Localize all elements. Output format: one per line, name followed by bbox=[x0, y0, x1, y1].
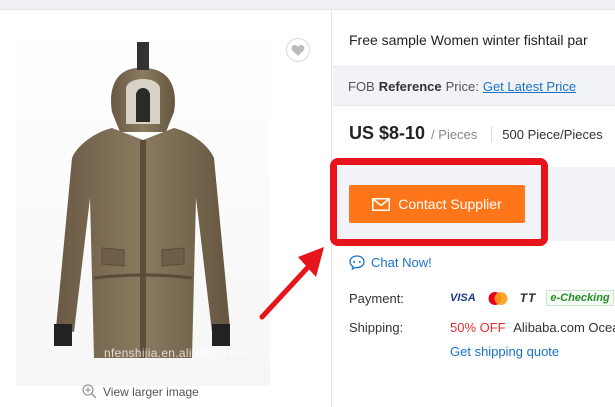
fob-prefix: FOB bbox=[348, 78, 375, 94]
watermark-text: nfenshijia.en.alibaba.com bbox=[104, 346, 247, 360]
view-larger-link[interactable]: View larger image bbox=[82, 384, 199, 399]
echecking-icon: e-Checking bbox=[546, 290, 614, 306]
chat-now-label: Chat Now! bbox=[371, 255, 432, 270]
chat-icon bbox=[349, 255, 365, 270]
shipping-discount: 50% OFF bbox=[450, 320, 506, 335]
tt-icon: TT bbox=[519, 291, 537, 305]
visa-icon: VISA bbox=[450, 292, 476, 304]
get-latest-price-link[interactable]: Get Latest Price bbox=[483, 79, 576, 94]
product-title: Free sample Women winter fishtail par bbox=[349, 32, 588, 48]
heart-icon bbox=[291, 44, 305, 56]
zoom-icon bbox=[82, 384, 97, 399]
fob-suffix: Price: bbox=[445, 78, 479, 94]
shipping-destination: Alibaba.com Ocea bbox=[513, 320, 615, 335]
jacket-illustration bbox=[54, 42, 230, 358]
price-divider bbox=[491, 125, 493, 142]
shipping-label: Shipping: bbox=[349, 320, 404, 335]
price-row: US $8-10 / Pieces 500 Piece/Pieces bbox=[349, 123, 603, 144]
view-larger-label: View larger image bbox=[103, 384, 199, 399]
payment-methods: VISA TT e-Checking bbox=[450, 290, 614, 306]
mastercard-icon bbox=[486, 291, 510, 306]
fob-reference: Reference bbox=[378, 78, 442, 94]
chat-now-link[interactable]: Chat Now! bbox=[349, 255, 432, 270]
product-image[interactable]: nfenshijia.en.alibaba.com bbox=[16, 28, 270, 386]
highlight-box bbox=[330, 158, 548, 246]
fob-price-bar: FOB Reference Price: Get Latest Price bbox=[333, 66, 615, 106]
price-unit: / Pieces bbox=[431, 127, 478, 142]
image-panel: nfenshijia.en.alibaba.com View larger im… bbox=[0, 10, 332, 407]
top-bar bbox=[0, 0, 615, 10]
product-page: nfenshijia.en.alibaba.com View larger im… bbox=[0, 0, 615, 407]
shipping-offer: 50% OFF Alibaba.com Ocea bbox=[450, 320, 615, 335]
annotation-arrow bbox=[259, 247, 324, 320]
price-value: US $8-10 bbox=[349, 123, 426, 143]
payment-label: Payment: bbox=[349, 291, 404, 306]
get-shipping-quote-link[interactable]: Get shipping quote bbox=[450, 344, 559, 359]
favorite-button[interactable] bbox=[286, 38, 310, 62]
product-details: Free sample Women winter fishtail par FO… bbox=[330, 10, 615, 407]
min-order-quantity: 500 Piece/Pieces bbox=[502, 127, 603, 142]
